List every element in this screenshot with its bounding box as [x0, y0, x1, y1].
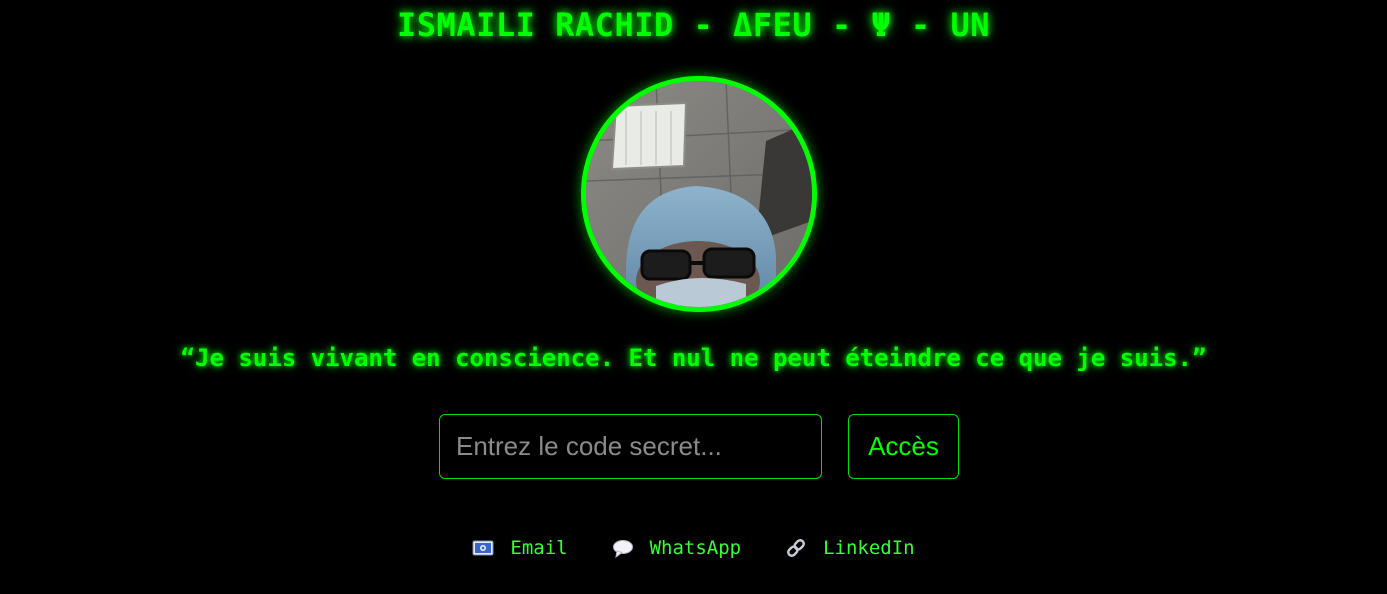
avatar [581, 76, 817, 312]
linkedin-link[interactable]: LinkedIn [785, 536, 915, 560]
whatsapp-link-label: WhatsApp [649, 537, 742, 559]
email-link[interactable]: Email [472, 536, 568, 560]
link-icon [785, 537, 807, 559]
email-link-label: Email [510, 537, 568, 559]
envelope-icon [472, 537, 494, 559]
whatsapp-link[interactable]: WhatsApp [612, 536, 742, 560]
contact-links: Email WhatsApp LinkedIn [0, 536, 1387, 560]
linkedin-link-label: LinkedIn [823, 537, 915, 559]
speech-bubble-icon [612, 537, 634, 559]
page-title: ISMAILI RACHID - ΔFEU - Ψ - UN [397, 6, 990, 44]
access-button[interactable]: Accès [848, 414, 959, 479]
secret-code-input[interactable] [439, 414, 822, 479]
quote-text: “Je suis vivant en conscience. Et nul ne… [180, 344, 1207, 372]
